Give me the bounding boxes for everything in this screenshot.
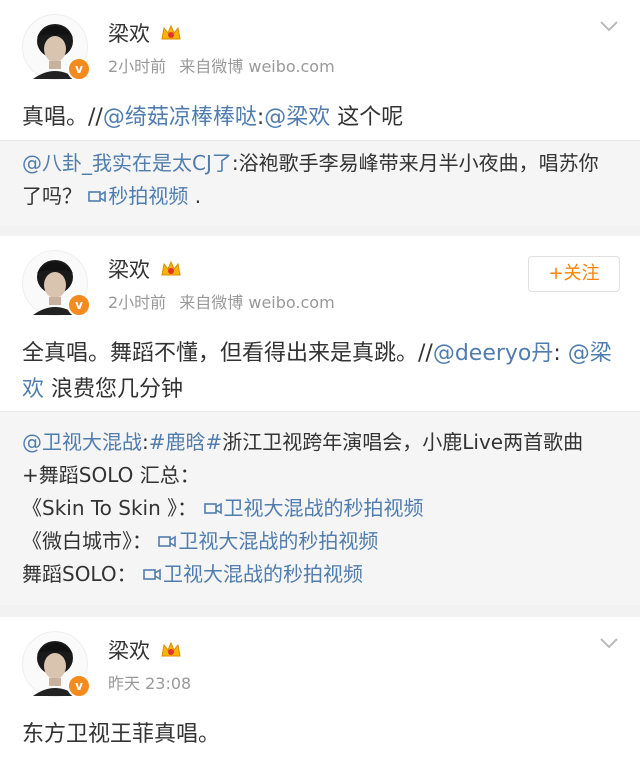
mention-link[interactable]: @梁欢 [264,105,330,130]
post-card-1: v 梁欢 2小时前 来自微博 weibo.com 真唱。//@绮菇凉棒棒哒:@梁… [0,0,640,140]
verified-badge-icon: v [67,293,91,317]
avatar[interactable]: v [22,631,91,698]
video-link[interactable]: 卫视大混战的秒拍视频 [203,496,424,520]
verified-badge-icon: v [67,674,91,698]
video-link[interactable]: 卫视大混战的秒拍视频 [158,529,378,553]
hashtag-link[interactable]: #鹿晗# [149,430,223,454]
video-link[interactable]: 秒拍视频 [88,184,188,208]
post-time: 2小时前 [108,57,167,76]
mention-link[interactable]: @deeryo丹 [433,341,554,366]
post-text: 真唱。//@绮菇凉棒棒哒:@梁欢 这个呢 [0,100,640,136]
video-link[interactable]: 卫视大混战的秒拍视频 [143,562,363,586]
mention-link[interactable]: @八卦_我实在是太CJ了 [22,151,232,175]
post-text: 东方卫视王菲真唱。 [22,722,221,747]
video-icon [88,190,107,202]
post-text-plain: 全真唱。舞蹈不懂，但看得出来是真跳。// [22,341,433,366]
member-crown-icon [161,24,181,40]
repost-block[interactable]: @卫视大混战:#鹿晗#浙江卫视跨年演唱会，小鹿Live两首歌曲+舞蹈SOLO 汇… [0,411,640,605]
username[interactable]: 梁欢 [108,635,181,665]
username-text[interactable]: 梁欢 [108,22,150,46]
repost-line-prefix: 《微白城市》： [22,529,152,553]
post-header: v 梁欢 昨天 23:08 [0,617,640,717]
repost-tail: . [188,184,202,208]
chevron-down-icon[interactable] [600,637,618,649]
username[interactable]: 梁欢 [108,254,181,284]
follow-button[interactable]: +关注 [528,256,620,292]
post-time: 2小时前 [108,293,167,312]
post-source[interactable]: 来自微博 weibo.com [179,293,334,312]
post-card-2: v 梁欢 2小时前 来自微博 weibo.com +关注 全真唱。舞蹈不懂，但看… [0,236,640,411]
member-crown-icon [161,641,181,657]
post-text-separator: : [553,341,568,366]
username[interactable]: 梁欢 [108,18,181,48]
video-link-label[interactable]: 卫视大混战的秒拍视频 [178,529,378,553]
post-meta: 昨天 23:08 [108,670,199,694]
post-card-3: v 梁欢 昨天 23:08 东方卫视王菲真唱。 [0,617,640,767]
repost-colon: : [142,430,149,454]
repost-block[interactable]: @八卦_我实在是太CJ了:浴袍歌手李易峰带来月半小夜曲，唱苏你了吗？ 秒拍视频 … [0,140,640,226]
post-meta: 2小时前 来自微博 weibo.com [108,53,343,77]
video-icon [143,568,161,580]
repost-line: 《微白城市》： 卫视大混战的秒拍视频 [22,529,378,553]
post-header: v 梁欢 2小时前 来自微博 weibo.com [0,0,640,100]
mention-link[interactable]: @绮菇凉棒棒哒 [103,105,257,130]
post-text: 全真唱。舞蹈不懂，但看得出来是真跳。//@deeryo丹: @梁欢 浪费您几分钟 [0,336,640,408]
post-text-plain: 真唱。// [22,105,103,130]
post-source[interactable]: 来自微博 weibo.com [179,57,334,76]
verified-badge-icon: v [67,57,91,81]
member-crown-icon [161,260,181,276]
video-icon [203,502,222,514]
repost-line: 舞蹈SOLO： 卫视大混战的秒拍视频 [22,562,363,586]
divider [0,226,640,236]
post-text-end: 浪费您几分钟 [44,377,184,402]
avatar[interactable]: v [22,250,91,317]
video-link-label[interactable]: 卫视大混战的秒拍视频 [224,496,424,520]
video-link-label[interactable]: 卫视大混战的秒拍视频 [163,562,363,586]
divider [0,605,640,617]
post-text-end: 这个呢 [330,105,404,130]
avatar[interactable]: v [22,14,91,81]
username-text[interactable]: 梁欢 [108,258,150,282]
chevron-down-icon[interactable] [600,20,618,32]
post-time: 昨天 23:08 [108,674,192,693]
repost-line-prefix: 《Skin To Skin 》： [22,496,198,520]
mention-link[interactable]: @卫视大混战 [22,430,142,454]
post-meta: 2小时前 来自微博 weibo.com [108,289,343,313]
repost-line-prefix: 舞蹈SOLO： [22,562,137,586]
video-link-label[interactable]: 秒拍视频 [108,184,188,208]
username-text[interactable]: 梁欢 [108,639,150,663]
repost-line: 《Skin To Skin 》： 卫视大混战的秒拍视频 [22,496,424,520]
video-icon [158,535,177,547]
post-header: v 梁欢 2小时前 来自微博 weibo.com +关注 [0,236,640,336]
